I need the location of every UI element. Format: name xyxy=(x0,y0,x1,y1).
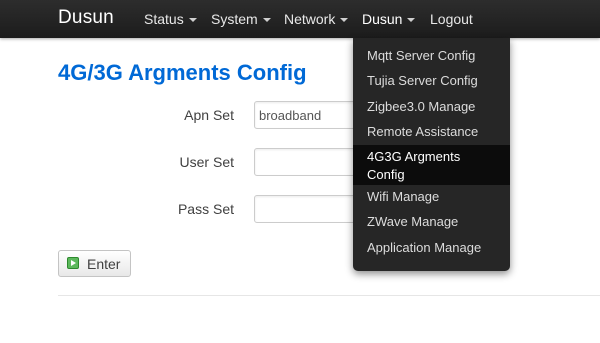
menu-item-zigbee-manage[interactable]: Zigbee3.0 Manage xyxy=(353,95,510,120)
pass-label: Pass Set xyxy=(177,201,234,217)
menu-item-application-manage[interactable]: Application Manage xyxy=(353,236,510,261)
nav-network[interactable]: Network xyxy=(284,11,349,27)
top-navbar: Dusun Status System Network Dusun Logout xyxy=(0,0,600,38)
nav-status[interactable]: Status xyxy=(144,11,197,27)
nav-system-label: System xyxy=(211,11,258,27)
menu-item-remote-assistance[interactable]: Remote Assistance xyxy=(353,120,510,145)
dusun-dropdown-menu: Mqtt Server Config Tujia Server Config Z… xyxy=(353,38,510,271)
nav-network-label: Network xyxy=(284,11,336,27)
nav-dusun[interactable]: Dusun xyxy=(362,11,416,27)
menu-item-4g3g-argments-config[interactable]: 4G3G Argments Config xyxy=(353,145,510,186)
section-divider xyxy=(58,295,600,296)
apn-label: Apn Set xyxy=(184,107,234,123)
enter-button-label: Enter xyxy=(87,256,121,272)
nav-dusun-label: Dusun xyxy=(362,11,403,27)
caret-down-icon xyxy=(262,18,271,23)
brand-logo[interactable]: Dusun xyxy=(58,7,114,29)
menu-item-wifi-manage[interactable]: Wifi Manage xyxy=(353,185,510,210)
nav-status-label: Status xyxy=(144,11,184,27)
menu-item-tujia-server-config[interactable]: Tujia Server Config xyxy=(353,69,510,94)
caret-down-icon xyxy=(340,18,349,23)
nav-logout-label: Logout xyxy=(430,11,473,27)
menu-item-mqtt-server-config[interactable]: Mqtt Server Config xyxy=(353,44,510,69)
page-title: 4G/3G Argments Config xyxy=(58,60,307,85)
menu-item-zwave-manage[interactable]: ZWave Manage xyxy=(353,210,510,235)
nav-logout[interactable]: Logout xyxy=(430,11,473,27)
user-label: User Set xyxy=(179,154,234,170)
play-arrow-icon xyxy=(67,257,79,269)
nav-system[interactable]: System xyxy=(211,11,271,27)
caret-down-icon xyxy=(407,18,416,23)
caret-down-icon xyxy=(188,18,197,23)
enter-button[interactable]: Enter xyxy=(58,250,131,277)
